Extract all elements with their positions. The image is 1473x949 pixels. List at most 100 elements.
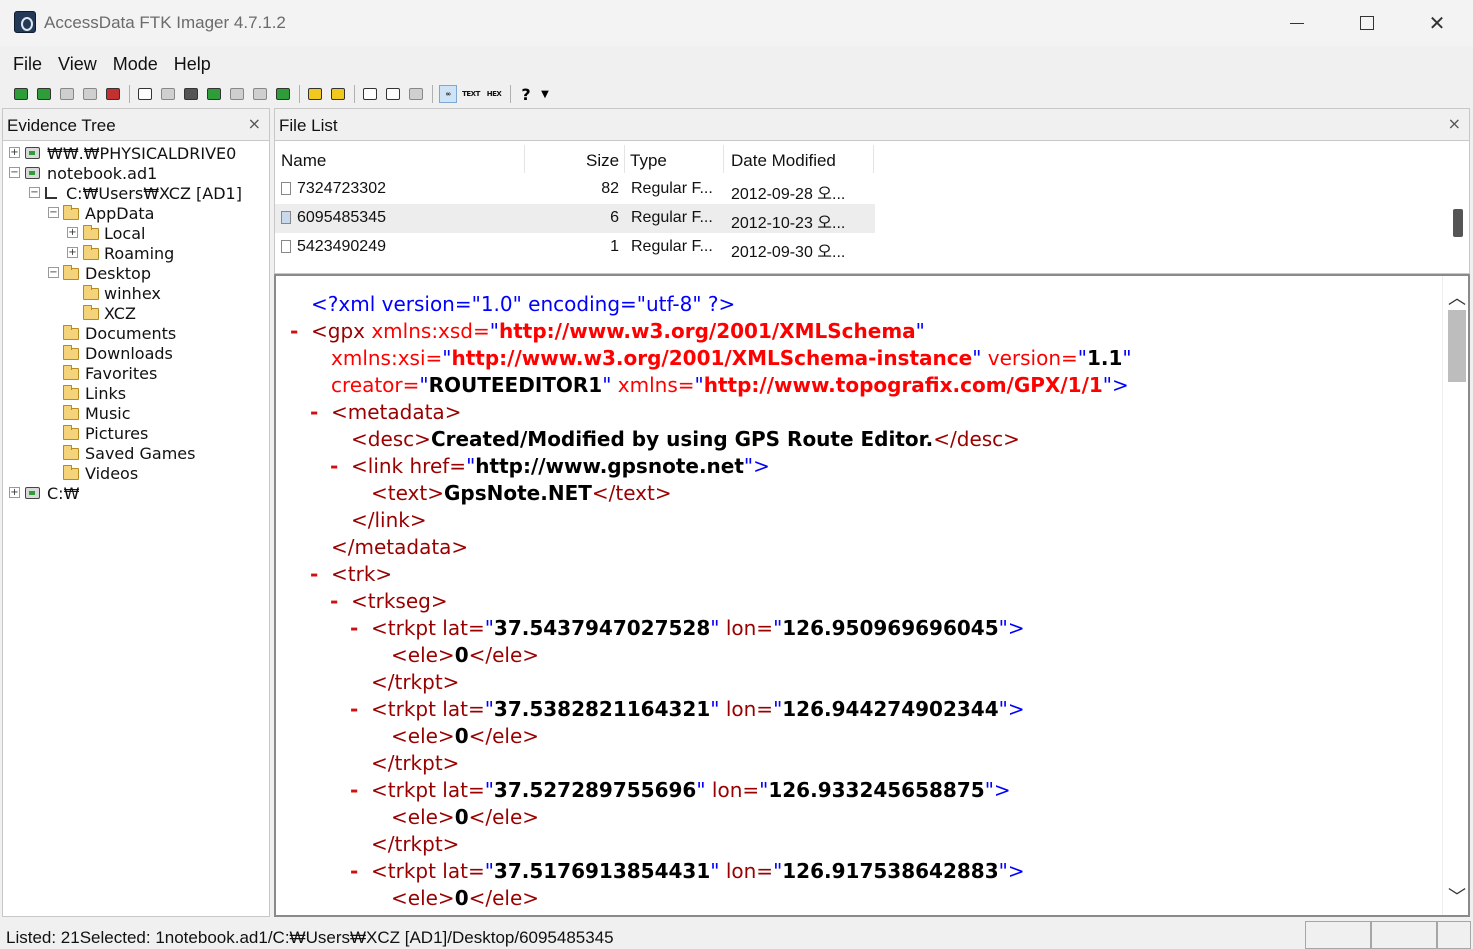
add-evidence-icon[interactable]	[12, 85, 30, 103]
tree-item-documents[interactable]: Documents	[3, 323, 269, 343]
file-list-scrollbar[interactable]	[1453, 209, 1463, 237]
tree-item-c-drive[interactable]: + C:₩	[3, 483, 269, 503]
column-name[interactable]: Name	[281, 151, 326, 171]
hex-mode-icon[interactable]: HEX	[485, 85, 503, 103]
xml-attr: xmlns=	[611, 373, 695, 397]
xml-value: http://www.topografix.com/GPX/1/1	[703, 373, 1103, 397]
xml-scrollbar[interactable]: ︿ ﹀	[1442, 276, 1468, 915]
xml-tag: <text>	[371, 481, 444, 505]
add-all-icon[interactable]	[35, 85, 53, 103]
view-files-icon[interactable]	[361, 85, 379, 103]
folder-icon	[63, 465, 79, 480]
tree-item-winhex[interactable]: winhex	[3, 283, 269, 303]
close-button[interactable]: ✕	[1402, 0, 1472, 46]
remove-all-icon[interactable]	[104, 85, 122, 103]
collapse-toggle[interactable]: -	[330, 589, 338, 613]
expand-icon[interactable]: +	[67, 227, 78, 238]
tree-item-desktop[interactable]: − Desktop	[3, 263, 269, 283]
export-image-icon[interactable]	[159, 85, 177, 103]
tree-item-saved-games[interactable]: Saved Games	[3, 443, 269, 463]
collapse-icon[interactable]: −	[9, 167, 20, 178]
file-row[interactable]: 5423490249 1 Regular F... 2012-09-30 오..…	[275, 233, 875, 262]
tree-item-label: winhex	[104, 284, 161, 303]
collapse-toggle[interactable]: -	[290, 319, 298, 343]
tree-item-appdata[interactable]: − AppData	[3, 203, 269, 223]
tree-item-users-xcz[interactable]: − C:₩Users₩XCZ [AD1]	[3, 183, 269, 203]
folder-icon	[63, 325, 79, 340]
chevron-down-icon[interactable]: ▼	[540, 85, 550, 103]
collapse-icon[interactable]: −	[48, 267, 59, 278]
xml-text: 0	[454, 805, 469, 829]
collapse-icon[interactable]: −	[29, 187, 40, 198]
menu-file[interactable]: File	[0, 50, 50, 78]
chevron-up-icon[interactable]: ︿	[1448, 284, 1466, 310]
menu-help[interactable]: Help	[166, 50, 219, 78]
xml-value: 126.950969696045	[782, 616, 999, 640]
help-icon[interactable]: ?	[517, 85, 535, 104]
close-icon[interactable]: ×	[1448, 114, 1461, 133]
column-type[interactable]: Type	[630, 151, 667, 171]
minimize-button[interactable]	[1262, 0, 1332, 46]
image-mounting-icon[interactable]	[58, 85, 76, 103]
column-divider[interactable]	[873, 145, 874, 173]
expand-icon[interactable]: +	[67, 247, 78, 258]
xml-tag: <metadata>	[331, 400, 462, 424]
file-type: Regular F...	[631, 238, 713, 255]
chevron-down-icon[interactable]: ﹀	[1448, 883, 1466, 909]
maximize-button[interactable]	[1332, 0, 1402, 46]
close-icon[interactable]: ×	[248, 114, 261, 133]
verify-drive-icon[interactable]	[251, 85, 269, 103]
tree-item-links[interactable]: Links	[3, 383, 269, 403]
column-divider[interactable]	[723, 145, 724, 173]
collapse-toggle[interactable]: -	[310, 400, 318, 424]
text-mode-icon[interactable]: TEXT	[462, 85, 480, 103]
collapse-toggle[interactable]: -	[350, 859, 358, 883]
folder-icon	[63, 205, 79, 220]
tree-item-music[interactable]: Music	[3, 403, 269, 423]
tree-item-favorites[interactable]: Favorites	[3, 363, 269, 383]
column-divider[interactable]	[624, 145, 625, 173]
column-size[interactable]: Size	[586, 151, 619, 171]
export-files-icon[interactable]	[205, 85, 223, 103]
xml-tag: </ele>	[468, 805, 540, 829]
collapse-toggle[interactable]: -	[350, 778, 358, 802]
collapse-toggle[interactable]: -	[310, 562, 318, 586]
file-row[interactable]: 7324723302 82 Regular F... 2012-09-28 오.…	[275, 175, 875, 204]
scrollbar-thumb[interactable]	[1448, 310, 1466, 382]
xml-tag: </trkpt>	[371, 832, 460, 856]
tree-item-local[interactable]: + Local	[3, 223, 269, 243]
tree-item-pictures[interactable]: Pictures	[3, 423, 269, 443]
xml-tag: </text>	[591, 481, 672, 505]
collapse-toggle[interactable]: -	[350, 697, 358, 721]
collapse-toggle[interactable]: -	[350, 616, 358, 640]
collapse-toggle[interactable]: -	[330, 454, 338, 478]
expand-icon[interactable]: +	[9, 147, 20, 158]
column-date-modified[interactable]: Date Modified	[731, 151, 836, 171]
xml-value: 126.917538642883	[782, 859, 999, 883]
view-properties-icon[interactable]	[384, 85, 402, 103]
export-hash-icon[interactable]	[228, 85, 246, 103]
column-divider[interactable]	[524, 145, 525, 173]
xml-tag: <desc>	[351, 427, 431, 451]
tree-item-videos[interactable]: Videos	[3, 463, 269, 483]
xml-text: Created/Modified by using GPS Route Edit…	[430, 427, 934, 451]
tree-item-downloads[interactable]: Downloads	[3, 343, 269, 363]
tree-item-roaming[interactable]: + Roaming	[3, 243, 269, 263]
tree-item-notebook-ad1[interactable]: − notebook.ad1	[3, 163, 269, 183]
capture-memory-icon[interactable]	[274, 85, 292, 103]
tree-item-physicaldrive0[interactable]: + ₩₩.₩PHYSICALDRIVE0	[3, 143, 269, 163]
export-logical-icon[interactable]	[182, 85, 200, 103]
obtain-protected-files-icon[interactable]	[306, 85, 324, 103]
menu-view[interactable]: View	[50, 50, 105, 78]
expand-icon[interactable]: +	[9, 487, 20, 498]
file-row-selected[interactable]: 6095485345 6 Regular F... 2012-10-23 오..…	[275, 204, 875, 233]
menu-bar: File View Mode Help	[0, 50, 1473, 78]
menu-mode[interactable]: Mode	[105, 50, 166, 78]
view-report-icon[interactable]	[407, 85, 425, 103]
auto-mode-icon[interactable]: ∞	[439, 85, 457, 103]
remove-evidence-icon[interactable]	[81, 85, 99, 103]
collapse-icon[interactable]: −	[48, 207, 59, 218]
detect-encryption-icon[interactable]	[329, 85, 347, 103]
tree-item-xcz[interactable]: XCZ	[3, 303, 269, 323]
create-image-icon[interactable]	[136, 85, 154, 103]
